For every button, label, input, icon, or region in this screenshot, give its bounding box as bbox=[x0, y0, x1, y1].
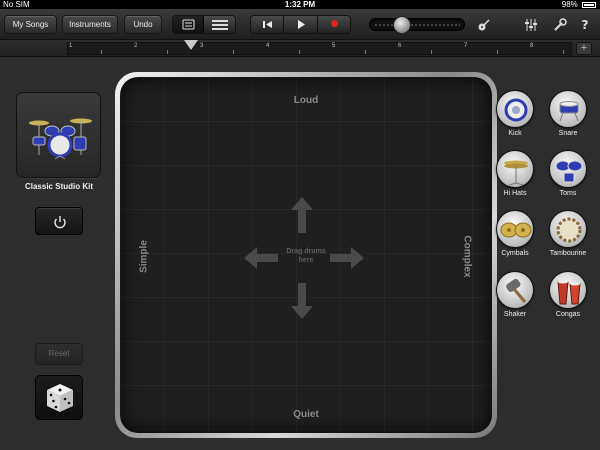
ruler-tick bbox=[431, 50, 432, 54]
view-toggle bbox=[172, 15, 236, 34]
bar-number: 3 bbox=[200, 43, 204, 49]
instrument-label: Cymbals bbox=[501, 250, 529, 257]
wrench-icon[interactable] bbox=[553, 18, 567, 32]
cymbals-icon bbox=[496, 210, 534, 248]
kick-drum-icon bbox=[496, 90, 534, 128]
add-section-button[interactable]: + bbox=[576, 42, 592, 55]
instrument-shaker[interactable]: Shaker bbox=[496, 271, 536, 318]
bar-number: 8 bbox=[530, 43, 534, 49]
ruler-tick bbox=[497, 50, 498, 54]
svg-text:?: ? bbox=[582, 18, 589, 32]
instrument-cymbals[interactable]: Cymbals bbox=[496, 210, 536, 257]
kit-name: Classic Studio Kit bbox=[24, 182, 93, 191]
ruler-tick bbox=[233, 50, 234, 54]
hi-hat-icon bbox=[496, 150, 534, 188]
record-button[interactable] bbox=[318, 16, 350, 33]
pad-label-simple: Simple bbox=[138, 240, 150, 273]
record-icon bbox=[331, 20, 338, 27]
rewind-button[interactable] bbox=[251, 16, 284, 33]
shaker-icon bbox=[496, 271, 534, 309]
timeline-ruler[interactable]: 1 2 3 4 5 6 7 8 + bbox=[0, 40, 600, 57]
ruler-tick bbox=[365, 50, 366, 54]
pad-label-quiet: Quiet bbox=[293, 409, 319, 420]
tracks-view-button[interactable] bbox=[204, 16, 235, 33]
instrument-label: Snare bbox=[558, 130, 578, 137]
playhead-handle[interactable] bbox=[184, 40, 198, 50]
help-icon[interactable]: ? bbox=[578, 18, 592, 32]
instrument-toms[interactable]: Toms bbox=[549, 150, 589, 197]
instrument-label: Kick bbox=[508, 130, 522, 137]
ruler-tick bbox=[101, 50, 102, 54]
toolbar: My Songs Instruments Undo ? bbox=[0, 9, 600, 40]
undo-button[interactable]: Undo bbox=[124, 15, 162, 34]
drum-kit-view-icon bbox=[182, 19, 195, 30]
tambourine-icon bbox=[549, 210, 587, 248]
battery-indicator: 98% bbox=[562, 0, 596, 9]
instrument-kick[interactable]: Kick bbox=[496, 90, 536, 137]
instrument-hi-hats[interactable]: Hi Hats bbox=[496, 150, 536, 197]
arrow-down-icon bbox=[291, 283, 313, 319]
play-icon bbox=[298, 20, 305, 29]
ruler-tick bbox=[167, 50, 168, 54]
pad-label-loud: Loud bbox=[293, 95, 319, 106]
volume-knob[interactable] bbox=[393, 16, 411, 34]
arrow-left-icon bbox=[244, 247, 278, 269]
power-button[interactable] bbox=[35, 207, 83, 235]
instruments-button[interactable]: Instruments bbox=[62, 15, 118, 34]
guitar-icon[interactable] bbox=[477, 18, 491, 32]
power-icon bbox=[54, 216, 66, 229]
pad-label-complex: Complex bbox=[461, 235, 473, 278]
bar-number: 5 bbox=[332, 43, 336, 49]
congas-icon bbox=[549, 271, 587, 309]
battery-percent: 98% bbox=[561, 0, 578, 9]
bar-number: 1 bbox=[69, 43, 73, 49]
drum-kit-icon bbox=[29, 118, 92, 160]
bar-number: 7 bbox=[464, 43, 468, 49]
instrument-congas[interactable]: Congas bbox=[549, 271, 589, 318]
arrow-right-icon bbox=[330, 247, 364, 269]
dice-icon bbox=[47, 384, 73, 412]
ruler-tick bbox=[299, 50, 300, 54]
ruler-track[interactable]: 1 2 3 4 5 6 7 8 bbox=[67, 42, 572, 55]
tracks-view-icon bbox=[212, 20, 228, 30]
drum-kit-selector[interactable] bbox=[16, 92, 101, 178]
snare-drum-icon bbox=[549, 90, 587, 128]
volume-track bbox=[374, 24, 460, 26]
instrument-label: Tambourine bbox=[549, 250, 587, 257]
toms-icon bbox=[549, 150, 587, 188]
randomize-button[interactable] bbox=[35, 375, 83, 420]
battery-icon bbox=[582, 2, 596, 8]
rewind-icon bbox=[263, 21, 272, 28]
instrument-tambourine[interactable]: Tambourine bbox=[549, 210, 589, 257]
play-button[interactable] bbox=[284, 16, 318, 33]
mixer-icon[interactable] bbox=[524, 18, 538, 32]
bar-number: 4 bbox=[266, 43, 270, 49]
instrument-label: Toms bbox=[559, 190, 577, 197]
xy-pad[interactable]: Loud Quiet Simple Complex Drag drums her… bbox=[120, 77, 492, 433]
arrow-up-icon bbox=[291, 197, 313, 233]
clock: 1:32 PM bbox=[284, 0, 316, 9]
instrument-view-button[interactable] bbox=[173, 16, 204, 33]
instrument-snare[interactable]: Snare bbox=[549, 90, 589, 137]
bar-number: 6 bbox=[398, 43, 402, 49]
transport-controls bbox=[250, 15, 351, 34]
instrument-label: Congas bbox=[555, 311, 581, 318]
xy-pad-frame: Loud Quiet Simple Complex Drag drums her… bbox=[115, 72, 497, 438]
master-volume-slider[interactable] bbox=[369, 16, 465, 34]
instrument-label: Hi Hats bbox=[503, 190, 527, 197]
my-songs-button[interactable]: My Songs bbox=[4, 15, 57, 34]
status-bar: No SIM 1:32 PM 98% bbox=[0, 0, 600, 9]
ruler-tick bbox=[563, 50, 564, 54]
bar-number: 2 bbox=[134, 43, 138, 49]
reset-button[interactable]: Reset bbox=[35, 343, 83, 365]
instrument-label: Shaker bbox=[503, 311, 527, 318]
